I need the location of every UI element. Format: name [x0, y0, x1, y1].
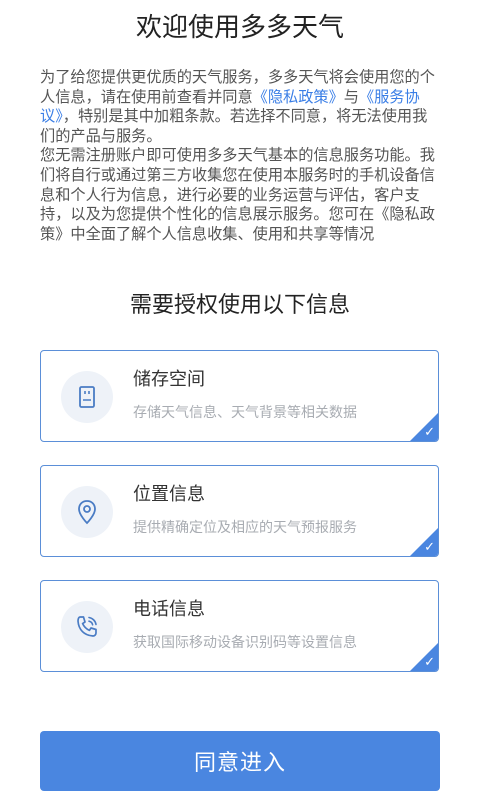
intro-text-2: ，特别是其中加粗条款。若选择不同意，将无法使用我们的产品与服务。	[40, 107, 428, 145]
agree-enter-button[interactable]: 同意进入	[40, 731, 440, 791]
permission-desc: 提供精确定位及相应的天气预报服务	[133, 520, 357, 536]
intro-paragraph-1: 为了给您提供更优质的天气服务，多多天气将会使用您的个人信息，请在使用前查看并同意…	[40, 68, 442, 146]
permission-desc: 存储天气信息、天气背景等相关数据	[133, 405, 357, 421]
intro-paragraph-2: 您无需注册账户即可使用多多天气基本的信息服务功能。我们将自行或通过第三方收集您在…	[40, 146, 442, 244]
page-title: 欢迎使用多多天气	[135, 13, 344, 43]
intro-text-4: 中全面了解个人信息收集、使用和共享等情况	[70, 224, 375, 243]
location-pin-icon	[61, 486, 113, 538]
permission-title: 电话信息	[133, 599, 205, 620]
permission-desc: 获取国际移动设备识别码等设置信息	[133, 635, 357, 651]
permission-card-location[interactable]: 位置信息 提供精确定位及相应的天气预报服务 ✓	[40, 465, 439, 557]
intro-fade-overlay	[40, 242, 442, 264]
permission-title: 储存空间	[133, 369, 205, 390]
welcome-permission-page: 欢迎使用多多天气 为了给您提供更优质的天气服务，多多天气将会使用您的个人信息，请…	[0, 0, 480, 800]
permission-title: 位置信息	[133, 484, 205, 505]
permissions-heading: 需要授权使用以下信息	[129, 293, 350, 318]
check-icon: ✓	[424, 540, 435, 555]
privacy-policy-link[interactable]: 《隐私政策》	[253, 88, 344, 106]
storage-icon	[61, 371, 113, 423]
check-icon: ✓	[424, 655, 435, 670]
intro-text: 为了给您提供更优质的天气服务，多多天气将会使用您的个人信息，请在使用前查看并同意…	[40, 68, 442, 264]
permission-card-phone[interactable]: 电话信息 获取国际移动设备识别码等设置信息 ✓	[40, 580, 439, 672]
permission-card-storage[interactable]: 储存空间 存储天气信息、天气背景等相关数据 ✓	[40, 350, 439, 442]
intro-text-and: 与	[343, 87, 359, 106]
check-icon: ✓	[424, 425, 435, 440]
phone-icon	[61, 601, 113, 653]
